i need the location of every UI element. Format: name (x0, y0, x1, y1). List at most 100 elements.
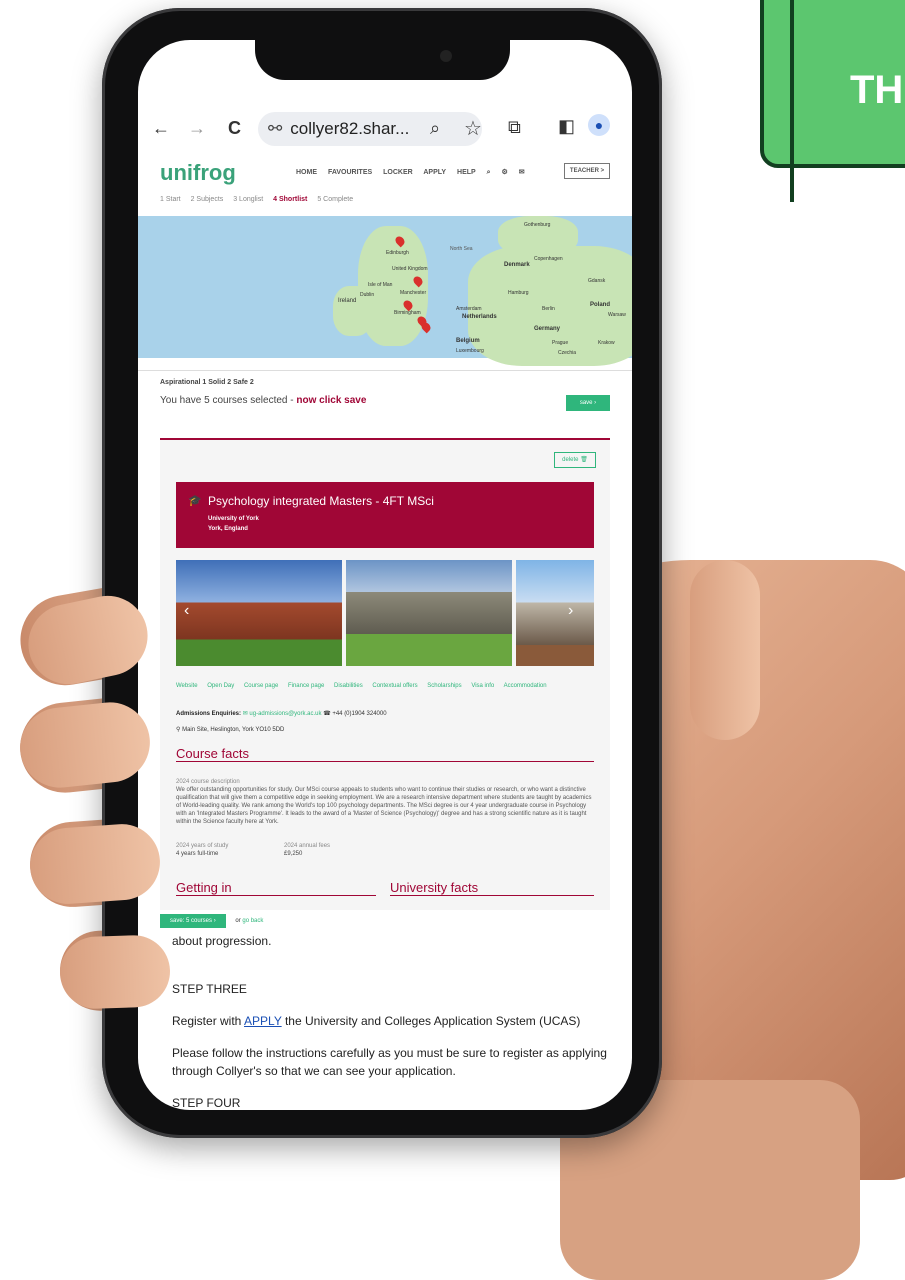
sidepanel-icon[interactable]: ◧ (558, 116, 575, 137)
save-courses-button[interactable]: save: 5 courses › (160, 914, 226, 928)
site-header: unifrog HOME FAVOURITES LOCKER APPLY HEL… (160, 160, 610, 188)
forward-icon[interactable]: → (188, 118, 206, 139)
delete-label: delete (562, 457, 579, 463)
link-scholarships[interactable]: Scholarships (427, 683, 461, 689)
register-text-cont: the University and Colleges Application … (281, 1014, 581, 1028)
main-nav: HOME FAVOURITES LOCKER APPLY HELP ⌕ ⚙ ✉ (296, 168, 534, 177)
map-label: Manchester (400, 290, 427, 296)
selection-summary: Aspirational 1 Solid 2 Safe 2 You have 5… (138, 370, 632, 419)
map-label: Ireland (338, 298, 357, 304)
search-icon[interactable]: ⌕ (487, 169, 491, 176)
nav-home[interactable]: HOME (296, 169, 317, 176)
location-pin-icon: ⚲ (176, 727, 181, 733)
extensions-icon[interactable]: ⧉ (508, 117, 521, 138)
gear-icon[interactable]: ⚙ (502, 169, 508, 176)
map-label: Hamburg (508, 290, 529, 296)
course-description: 2024 course description We offer outstan… (176, 778, 594, 826)
camera-icon (440, 50, 452, 62)
bookmark-star-icon[interactable]: ☆ (464, 116, 482, 141)
nav-locker[interactable]: LOCKER (383, 169, 413, 176)
selection-message: You have 5 courses selected - now click … (160, 395, 366, 406)
step-three-register: Register with APPLY the University and C… (172, 1012, 612, 1030)
reload-icon[interactable]: C (228, 118, 241, 139)
map-label: Belgium (456, 338, 480, 344)
step-complete[interactable]: 5 Complete (317, 196, 353, 203)
carousel-next-icon[interactable]: › (568, 602, 573, 620)
admissions-phone: +44 (0)1904 324000 (332, 711, 387, 717)
nav-apply[interactable]: APPLY (423, 169, 446, 176)
map-label: Isle of Man (368, 282, 393, 288)
map-label: Poland (590, 302, 611, 308)
finger-right (690, 560, 760, 740)
selection-cta: now click save (296, 395, 367, 406)
years-label: 2024 years of study (176, 843, 229, 849)
map-label: Warsaw (608, 312, 626, 318)
address-text: Main Site, Heslington, York YO10 5DD (182, 727, 285, 733)
unifrog-logo[interactable]: unifrog (160, 160, 236, 186)
banner-text: TH (850, 68, 904, 112)
fees-value: £9,250 (284, 851, 303, 857)
apply-link[interactable]: APPLY (244, 1014, 282, 1028)
map-label: Prague (552, 340, 569, 346)
phone-screen: ← → C ⚯ collyer82.shar... ⌕ ☆ ⧉ ◧ ● unif… (138, 40, 632, 1110)
zoom-icon[interactable]: ⌕ (430, 118, 440, 139)
step-subjects[interactable]: 2 Subjects (191, 196, 224, 203)
address-bar[interactable]: ⚯ collyer82.shar... (258, 112, 482, 146)
map-pin[interactable] (419, 320, 433, 334)
course-links: Website Open Day Course page Finance pag… (176, 680, 594, 692)
tune-icon: ⚯ (268, 119, 283, 138)
map-label: Denmark (504, 262, 530, 268)
step-start[interactable]: 1 Start (160, 196, 181, 203)
link-open-day[interactable]: Open Day (207, 683, 234, 689)
phone-icon: ☎ (323, 711, 331, 717)
graduation-cap-icon: 🎓 (188, 495, 202, 507)
link-finance-page[interactable]: Finance page (288, 683, 324, 689)
campus-photo (176, 560, 342, 666)
map-label: Luxembourg (456, 348, 484, 354)
getting-in-title: Getting in (176, 880, 376, 896)
browser-toolbar: ← → C ⚯ collyer82.shar... ⌕ ☆ ⧉ ◧ ● (138, 108, 632, 152)
university-facts-title: University facts (390, 880, 594, 896)
map-label: Netherlands (462, 314, 497, 320)
link-contextual-offers[interactable]: Contextual offers (372, 683, 417, 689)
phone-notch (255, 34, 510, 80)
step-three-title: STEP THREE (172, 982, 247, 996)
map-label: Germany (534, 326, 561, 332)
map-label: Dublin (360, 292, 375, 298)
step-shortlist[interactable]: 4 Shortlist (273, 196, 307, 203)
address: ⚲ Main Site, Heslington, York YO10 5DD (176, 726, 284, 733)
link-accommodation[interactable]: Accommodation (504, 683, 547, 689)
map-label: Copenhagen (534, 256, 563, 262)
nav-favourites[interactable]: FAVOURITES (328, 169, 372, 176)
nav-help[interactable]: HELP (457, 169, 476, 176)
course-title[interactable]: Psychology integrated Masters - 4FT MSci (208, 494, 434, 508)
university-location: York, England (208, 526, 248, 532)
universities-map[interactable]: Edinburgh United Kingdom Isle of Man Man… (138, 216, 632, 366)
carousel-prev-icon[interactable]: ‹ (184, 602, 189, 620)
url-text: collyer82.shar... (290, 119, 410, 138)
link-disabilities[interactable]: Disabilities (334, 683, 363, 689)
finger-over-3 (58, 934, 172, 1010)
profile-avatar-icon[interactable]: ● (588, 114, 610, 136)
save-button[interactable]: save › (566, 395, 610, 411)
description-text: We offer outstanding opportunities for s… (176, 787, 592, 825)
step-four-title: STEP FOUR (172, 1096, 241, 1110)
step-longlist[interactable]: 3 Longlist (233, 196, 263, 203)
go-back-link[interactable]: go back (242, 918, 263, 924)
selection-count-text: You have 5 courses selected - (160, 395, 297, 406)
university-name: University of York (208, 516, 259, 522)
map-label: Gothenburg (524, 222, 551, 228)
mail-icon[interactable]: ✉ (519, 169, 525, 176)
teacher-button[interactable]: TEACHER > (564, 163, 610, 179)
course-header: 🎓 Psychology integrated Masters - 4FT MS… (176, 482, 594, 548)
photo-carousel[interactable]: ‹ › (176, 560, 594, 666)
admissions-email[interactable]: ug-admissions@york.ac.uk (249, 711, 321, 717)
link-course-page[interactable]: Course page (244, 683, 278, 689)
map-label: Gdansk (588, 278, 606, 284)
back-icon[interactable]: ← (152, 118, 170, 139)
link-website[interactable]: Website (176, 683, 198, 689)
delete-button[interactable]: delete 🗑 (554, 452, 596, 468)
mail-icon: ✉ (242, 711, 248, 717)
map-label: Amsterdam (456, 306, 482, 312)
link-visa-info[interactable]: Visa info (471, 683, 494, 689)
